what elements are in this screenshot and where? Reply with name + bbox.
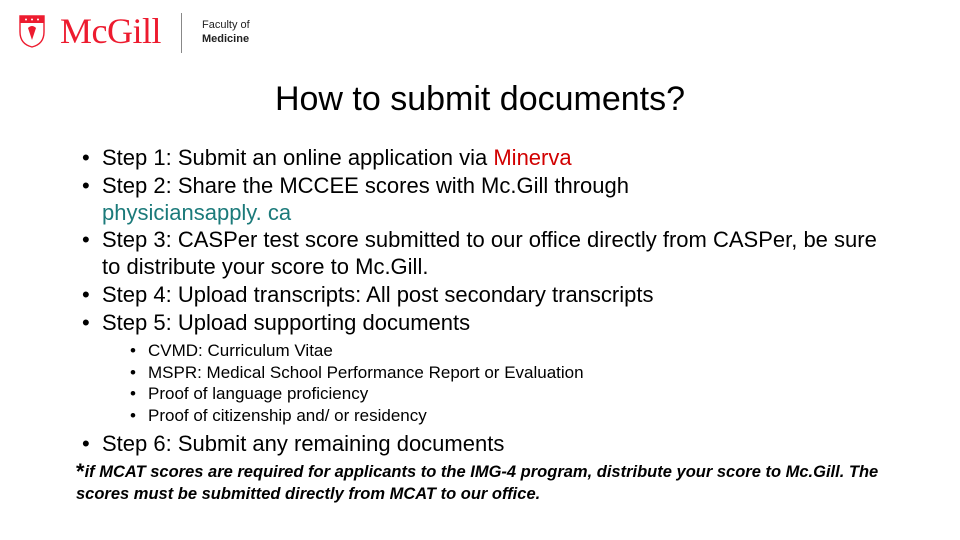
step-5-text: Step 5: Upload supporting documents [102, 310, 470, 335]
mcgill-shield-icon [18, 14, 46, 53]
step-3: Step 3: CASPer test score submitted to o… [78, 227, 882, 281]
step-1-text: Step 1: Submit an online application via [102, 145, 493, 170]
faculty-line2: Medicine [202, 33, 249, 45]
footnote: *if MCAT scores are required for applica… [0, 459, 960, 504]
mcgill-wordmark: McGill [60, 10, 161, 52]
subdoc-cvmd: CVMD: Curriculum Vitae [128, 340, 882, 362]
step-6: Step 6: Submit any remaining documents [78, 431, 882, 458]
step-1: Step 1: Submit an online application via… [78, 145, 882, 172]
step-2-text: Step 2: Share the MCCEE scores with Mc.G… [102, 173, 629, 198]
slide-title: How to submit documents? [0, 80, 960, 119]
supporting-docs-list: CVMD: Curriculum Vitae MSPR: Medical Sch… [102, 340, 882, 427]
steps-list: Step 1: Submit an online application via… [78, 145, 882, 458]
step-4: Step 4: Upload transcripts: All post sec… [78, 282, 882, 309]
subdoc-mspr: MSPR: Medical School Performance Report … [128, 362, 882, 384]
step-2: Step 2: Share the MCCEE scores with Mc.G… [78, 173, 882, 227]
step-5: Step 5: Upload supporting documents CVMD… [78, 310, 882, 427]
minerva-link[interactable]: Minerva [493, 145, 571, 170]
subdoc-language: Proof of language proficiency [128, 383, 882, 405]
footnote-text: if MCAT scores are required for applican… [76, 463, 878, 503]
faculty-label: Faculty of Medicine [202, 19, 250, 47]
subdoc-citizenship: Proof of citizenship and/ or residency [128, 405, 882, 427]
slide-body: Step 1: Submit an online application via… [0, 145, 960, 458]
slide-header: McGill Faculty of Medicine [0, 0, 960, 54]
header-divider [181, 13, 182, 53]
footnote-star: * [76, 459, 85, 484]
physiciansapply-link[interactable]: physiciansapply. ca [102, 200, 291, 225]
faculty-line1: Faculty of [202, 19, 250, 31]
